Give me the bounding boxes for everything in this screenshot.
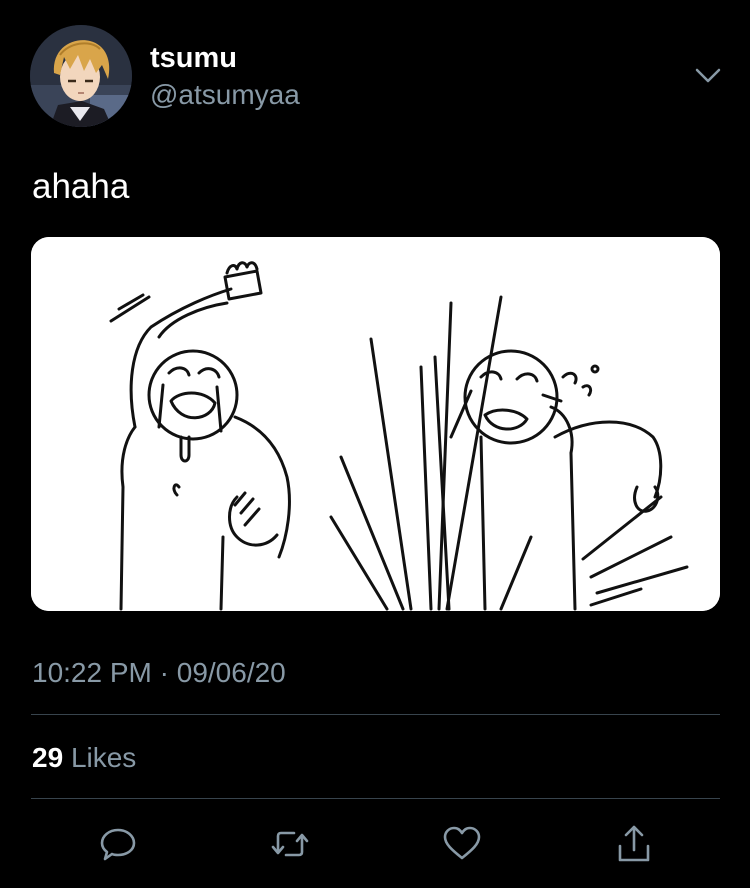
- reply-button[interactable]: [96, 822, 140, 866]
- divider: [31, 714, 720, 715]
- timestamp-separator: ·: [159, 657, 169, 688]
- share-icon: [618, 825, 650, 862]
- heart-icon: [443, 826, 481, 860]
- avatar[interactable]: [30, 25, 132, 127]
- avatar-illustration: [30, 25, 132, 127]
- author-handle[interactable]: @atsumyaa: [150, 78, 300, 112]
- comic-illustration: [31, 237, 720, 611]
- tweet-detail: tsumu @atsumyaa ahaha 10:22 PM · 09/06/2…: [0, 0, 750, 888]
- author-display-name[interactable]: tsumu: [150, 40, 237, 76]
- likes-stat[interactable]: 29 Likes: [32, 740, 136, 776]
- like-button[interactable]: [440, 822, 484, 866]
- divider: [31, 798, 720, 799]
- reply-icon: [100, 828, 136, 861]
- tweet-date: 09/06/20: [176, 657, 286, 688]
- retweet-icon: [271, 831, 309, 857]
- tweet-time: 10:22 PM: [32, 657, 152, 688]
- tweet-timestamp: 10:22 PM · 09/06/20: [32, 655, 286, 691]
- tweet-text: ahaha: [32, 167, 130, 206]
- retweet-button[interactable]: [268, 822, 312, 866]
- tweet-media-image[interactable]: [31, 237, 720, 611]
- likes-count: 29: [32, 742, 64, 773]
- likes-label: Likes: [70, 742, 137, 773]
- share-button[interactable]: [612, 822, 656, 866]
- chevron-down-icon[interactable]: [690, 60, 726, 90]
